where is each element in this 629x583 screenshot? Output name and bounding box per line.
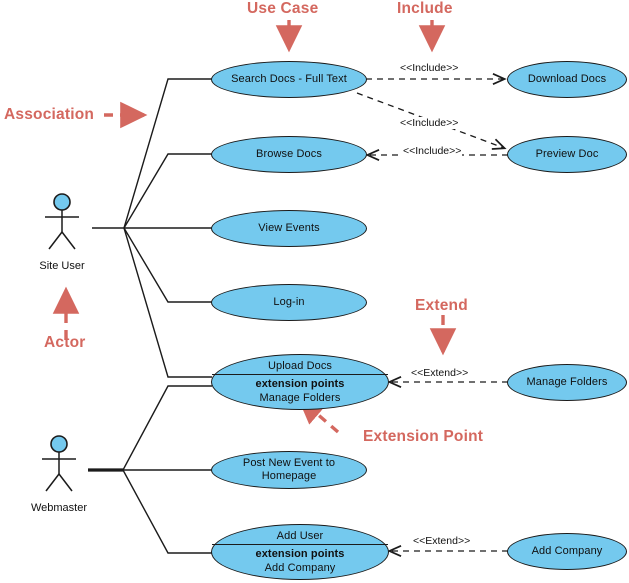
actor-stick-figure-icon xyxy=(45,193,79,250)
stereotype-extend-managefolders-upload: <<Extend>> xyxy=(410,367,470,379)
annotation-extension-point: Extension Point xyxy=(363,428,484,445)
use-case-browse-docs[interactable]: Browse Docs xyxy=(211,136,367,173)
annotation-actor: Actor xyxy=(44,334,86,351)
use-case-post-new-event[interactable]: Post New Event to Homepage xyxy=(211,451,367,489)
use-case-label: Add Company xyxy=(531,545,603,557)
use-case-preview-doc[interactable]: Preview Doc xyxy=(507,136,627,173)
extension-point-item: Add Company xyxy=(264,562,336,574)
annotation-extend: Extend xyxy=(415,297,468,314)
use-case-search-docs[interactable]: Search Docs - Full Text xyxy=(211,61,367,98)
extension-point-divider xyxy=(212,544,388,545)
use-case-label: Browse Docs xyxy=(256,148,322,160)
use-case-label: Manage Folders xyxy=(526,376,608,388)
use-case-download-docs[interactable]: Download Docs xyxy=(507,61,627,98)
use-case-view-events[interactable]: View Events xyxy=(211,210,367,247)
stereotype-include-search-download: <<Include>> xyxy=(399,62,460,74)
actor-label-webmaster: Webmaster xyxy=(30,502,88,514)
actor-site-user[interactable]: Site User xyxy=(31,192,93,272)
association-group-site-user xyxy=(92,78,212,378)
use-case-label-line2: Homepage xyxy=(261,470,317,482)
use-case-label-line1: Post New Event to xyxy=(242,457,336,469)
use-case-label: Download Docs xyxy=(527,73,607,85)
use-case-upload-docs[interactable]: Upload Docs extension points Manage Fold… xyxy=(211,354,389,410)
use-case-label: View Events xyxy=(258,222,320,234)
association-group-webmaster xyxy=(88,385,212,554)
use-case-label: Search Docs - Full Text xyxy=(231,73,347,85)
actor-webmaster[interactable]: Webmaster xyxy=(28,434,90,514)
use-case-label: Log-in xyxy=(273,296,305,308)
actor-label-site-user: Site User xyxy=(39,260,85,272)
extension-point-divider xyxy=(212,374,388,375)
use-case-manage-folders[interactable]: Manage Folders xyxy=(507,364,627,401)
extension-point-item: Manage Folders xyxy=(259,392,341,404)
extension-points-header: extension points xyxy=(255,378,345,390)
annotation-use-case: Use Case xyxy=(247,0,319,17)
use-case-label: Upload Docs xyxy=(267,360,333,372)
use-case-diagram-canvas: Site User Webmaster Search Docs - Full T… xyxy=(0,0,629,583)
use-case-log-in[interactable]: Log-in xyxy=(211,284,367,321)
stereotype-include-preview-browse: <<Include>> xyxy=(402,145,463,157)
use-case-add-user[interactable]: Add User extension points Add Company xyxy=(211,524,389,580)
use-case-label: Add User xyxy=(276,530,324,542)
use-case-label: Preview Doc xyxy=(535,148,599,160)
stereotype-extend-addcompany-adduser: <<Extend>> xyxy=(412,535,472,547)
annotation-association: Association xyxy=(4,106,95,123)
annotation-include: Include xyxy=(397,0,453,17)
stereotype-include-search-preview: <<Include>> xyxy=(399,117,460,129)
use-case-add-company[interactable]: Add Company xyxy=(507,533,627,570)
extension-points-header: extension points xyxy=(255,548,345,560)
actor-stick-figure-icon xyxy=(42,435,76,492)
